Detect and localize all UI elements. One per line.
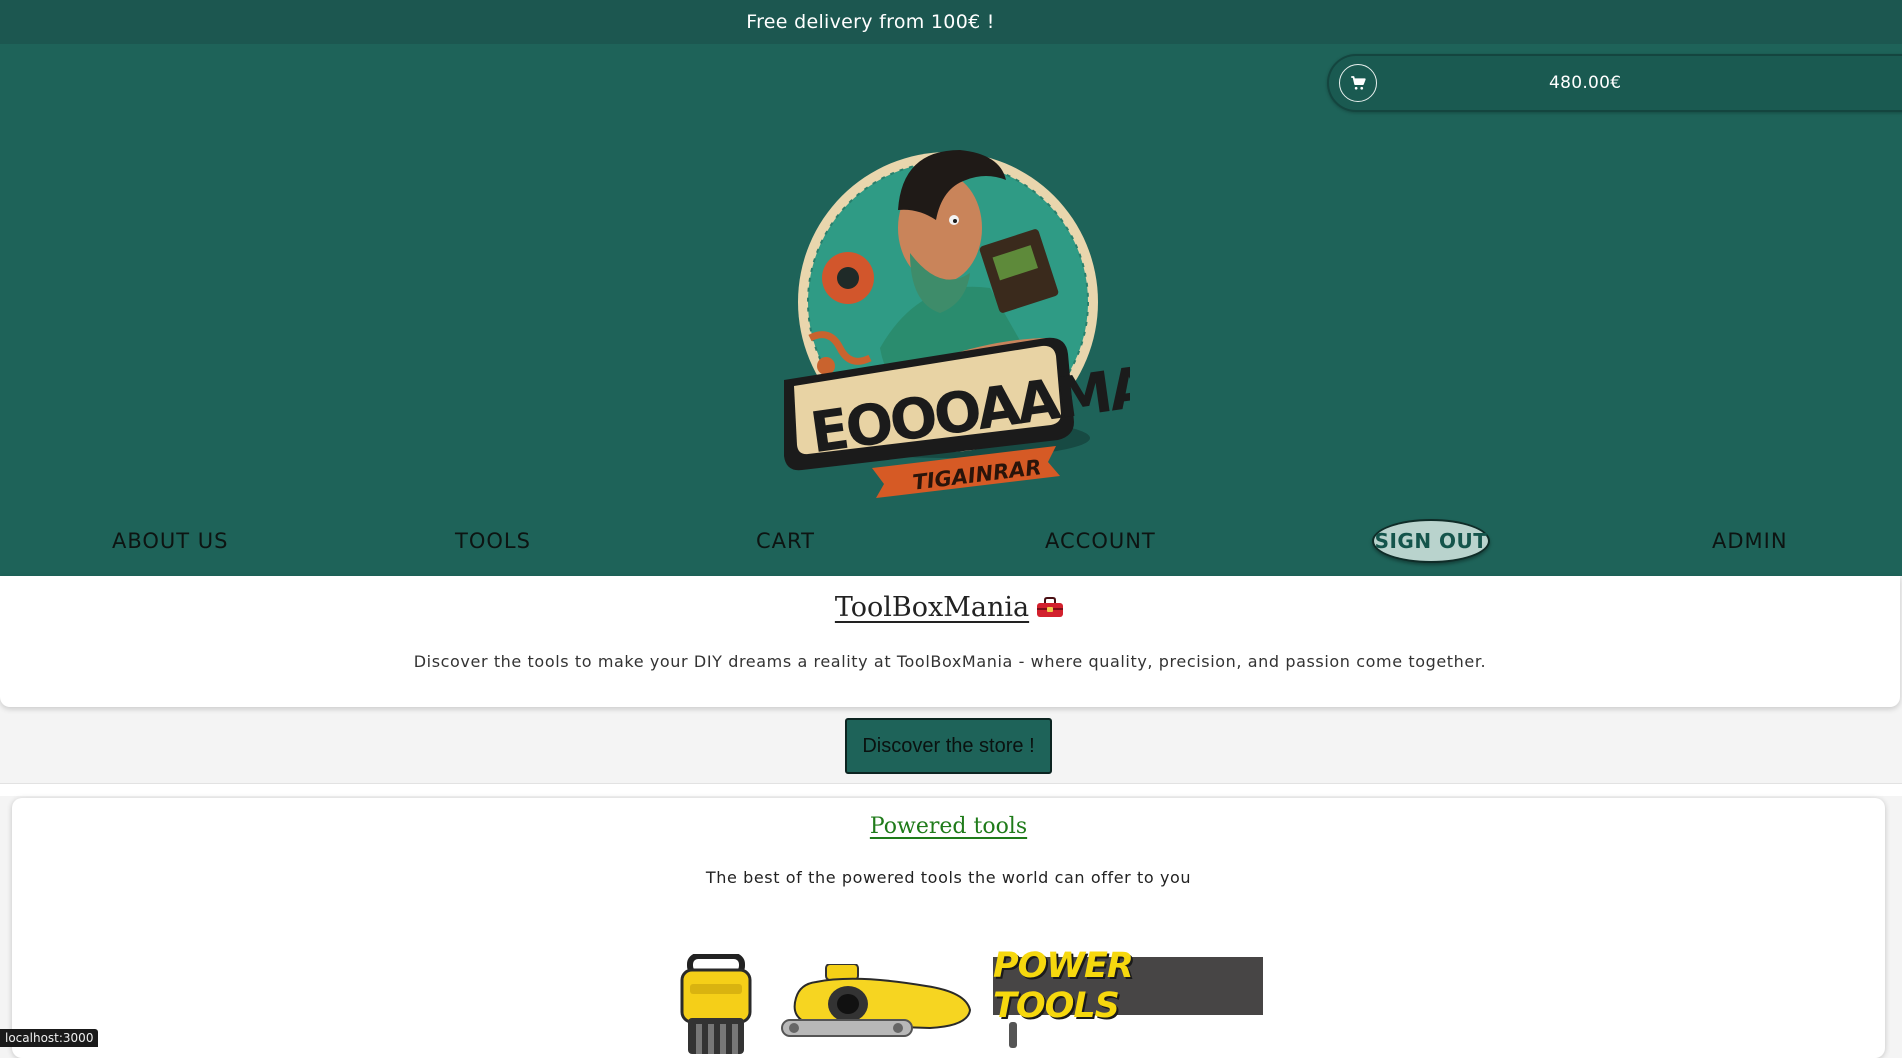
site-logo[interactable]: EOOOAAMAM TIGAINRAR <box>770 118 1130 498</box>
toolbox-icon <box>1037 597 1064 617</box>
discover-store-button[interactable]: Discover the store ! <box>845 718 1052 774</box>
cart-total: 480.00€ <box>1549 73 1622 93</box>
cart-icon[interactable] <box>1339 64 1377 102</box>
nav-account[interactable]: ACCOUNT <box>1045 518 1156 564</box>
promo-banner: Free delivery from 100€ ! <box>0 0 1902 44</box>
tagline: Discover the tools to make your DIY drea… <box>413 652 1487 671</box>
promo-text: Free delivery from 100€ ! <box>746 11 995 33</box>
drill-bit-image <box>1009 1022 1017 1048</box>
pressure-washer-image[interactable] <box>676 954 756 1054</box>
nav-tools[interactable]: TOOLS <box>455 518 531 564</box>
section-title-text[interactable]: Powered tools <box>870 814 1027 839</box>
page-title-text: ToolBoxMania <box>834 592 1030 623</box>
power-tools-banner[interactable]: POWER TOOLS <box>993 946 1263 1026</box>
cart-summary[interactable]: 480.00€ <box>1327 54 1902 112</box>
section-divider <box>0 783 1902 796</box>
belt-sander-image[interactable] <box>776 964 976 1044</box>
section-title[interactable]: Powered tools <box>12 814 1885 839</box>
power-tools-banner-text: POWER TOOLS <box>993 946 1134 1026</box>
main-nav: ABOUT US TOOLS CART ACCOUNT SIGN OUT ADM… <box>0 518 1902 564</box>
section-subtitle: The best of the powered tools the world … <box>705 868 1192 887</box>
sign-out-button[interactable]: SIGN OUT <box>1372 519 1490 563</box>
status-bar-url: localhost:3000 <box>0 1029 99 1047</box>
nav-cart[interactable]: CART <box>756 518 815 564</box>
nav-admin[interactable]: ADMIN <box>1712 518 1788 564</box>
nav-about-us[interactable]: ABOUT US <box>112 518 229 564</box>
page-title: ToolBoxMania <box>0 592 1900 623</box>
intro-card: ToolBoxMania Discover the tools to make … <box>0 576 1900 707</box>
powered-tools-section: Powered tools The best of the powered to… <box>12 798 1885 1058</box>
site-header: 480.00€ EOOOAAMAM TIGAINRAR ABOUT US TOO <box>0 44 1902 576</box>
